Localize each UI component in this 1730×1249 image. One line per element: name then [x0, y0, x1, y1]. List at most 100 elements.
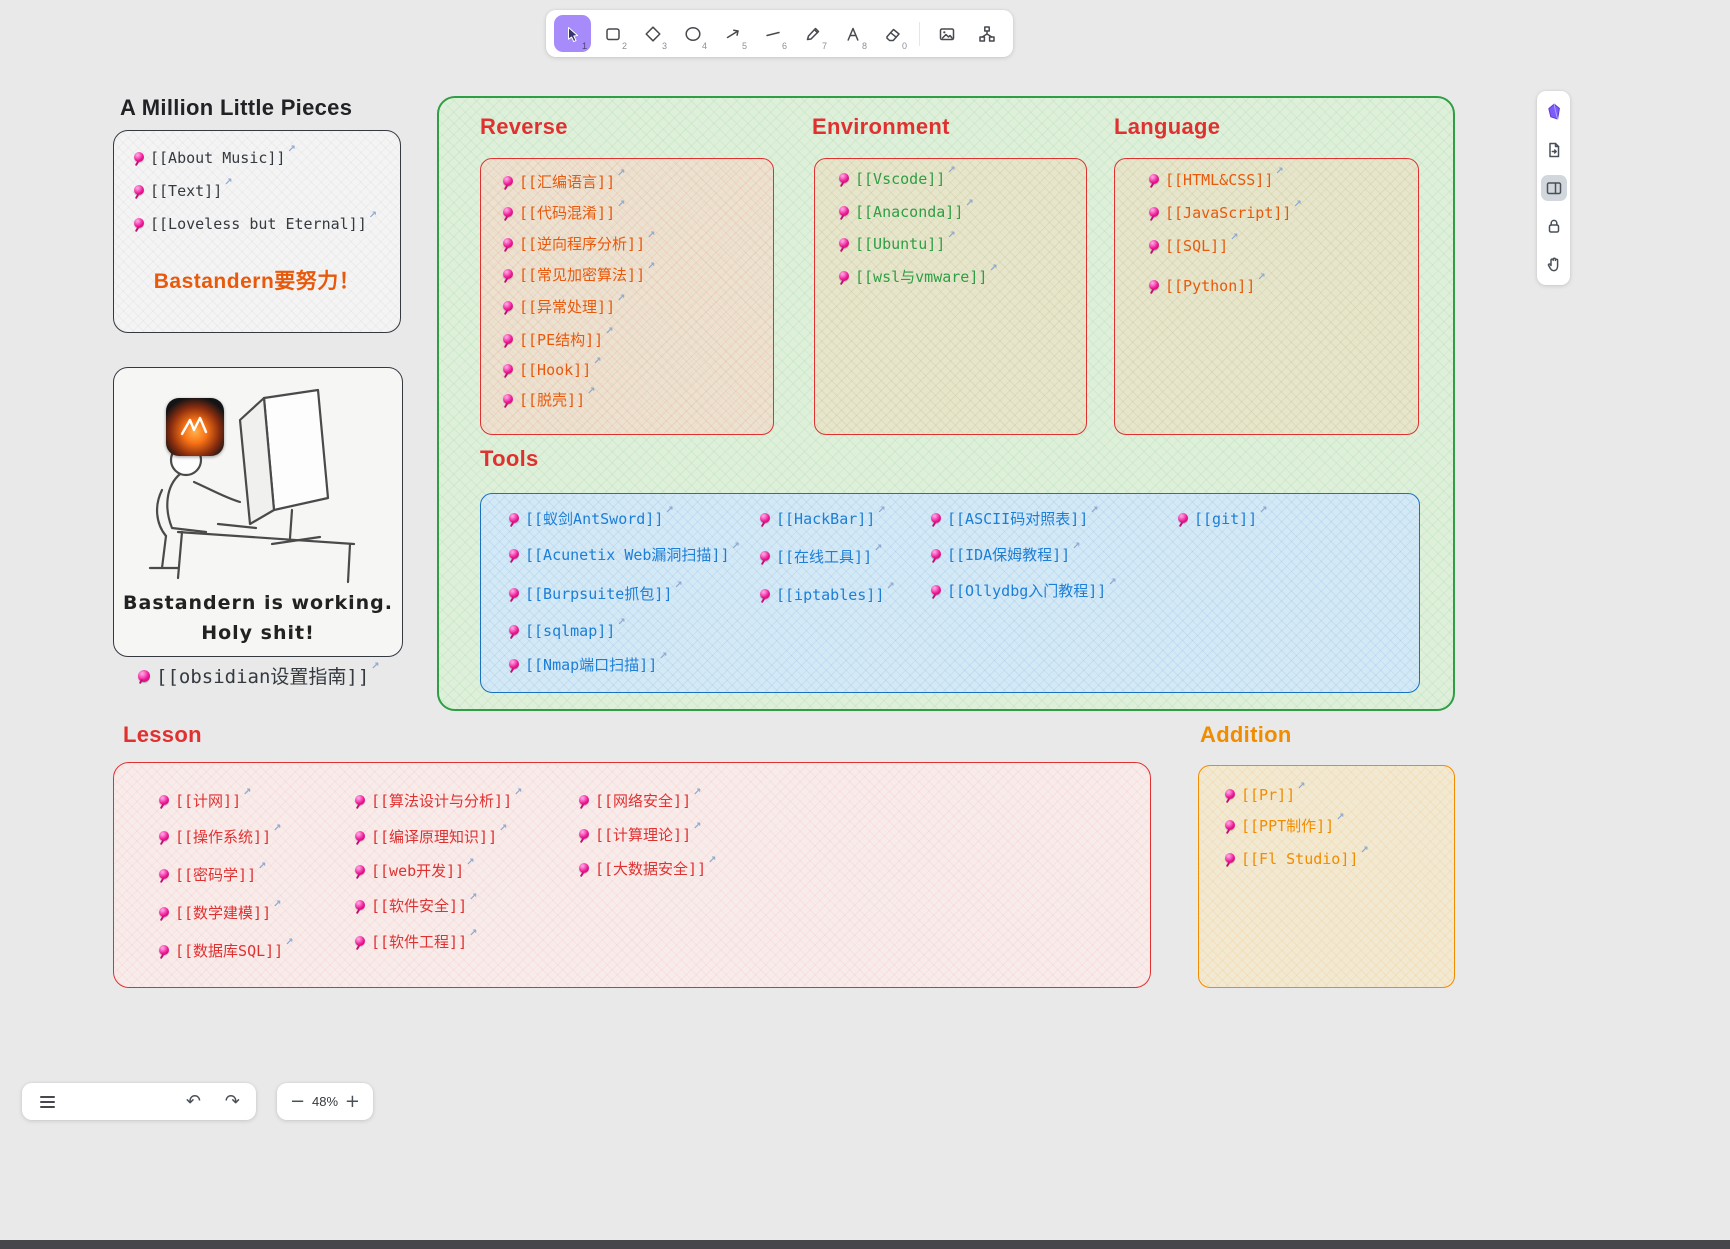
drawing-box[interactable]: Bastandern is working. Holy shit!: [113, 367, 403, 657]
wiki-link[interactable]: [[PPT制作]] ↗: [1225, 812, 1345, 836]
environment-box[interactable]: [[Vscode]] ↗ [[Anaconda]] ↗ [[Ubuntu]] ↗ [[…: [814, 158, 1087, 435]
wiki-link[interactable]: [[算法设计与分析]] ↗: [355, 787, 523, 811]
undo-button[interactable]: ↶: [182, 1091, 205, 1113]
wiki-link-label: [[逆向程序分析]]: [519, 235, 646, 253]
wiki-link[interactable]: [[Pr]] ↗: [1225, 781, 1306, 805]
menu-button[interactable]: [34, 1089, 60, 1115]
tool-diamond[interactable]: 3: [634, 15, 671, 52]
wiki-link[interactable]: [[Ubuntu]] ↗: [839, 230, 956, 254]
pin-icon: [1178, 513, 1188, 523]
wiki-link-label: [[IDA保姆教程]]: [947, 546, 1071, 564]
external-link-icon: ↗: [514, 787, 523, 798]
external-link-icon: ↗: [499, 823, 508, 834]
wiki-link[interactable]: [[软件工程]] ↗: [355, 928, 478, 952]
wiki-link[interactable]: [[编译原理知识]] ↗: [355, 823, 508, 847]
study-group-frame[interactable]: Reverse Environment Language Tools [[汇编语…: [437, 96, 1455, 711]
wiki-link[interactable]: [[在线工具]] ↗: [760, 543, 883, 567]
excalidraw-canvas[interactable]: A Million Little Pieces [[About Music]] …: [0, 0, 1730, 1249]
tools-box[interactable]: [[蚁剑AntSword]] ↗ [[Acunetix Web漏洞扫描]] ↗ [[…: [480, 493, 1420, 693]
tool-rectangle[interactable]: 2: [594, 15, 631, 52]
tool-selection[interactable]: 1: [554, 15, 591, 52]
tool-eraser[interactable]: 0: [874, 15, 911, 52]
wiki-link[interactable]: [[软件安全]] ↗: [355, 892, 478, 916]
wiki-link-about-music[interactable]: [[About Music]] ↗: [134, 144, 296, 168]
wiki-link[interactable]: [[异常处理]] ↗: [503, 293, 626, 317]
wiki-link[interactable]: [[PE结构]] ↗: [503, 326, 614, 350]
tool-text[interactable]: 8: [834, 15, 871, 52]
wiki-link[interactable]: [[Ollydbg入门教程]] ↗: [931, 577, 1117, 601]
wiki-link[interactable]: [[wsl与vmware]] ↗: [839, 263, 998, 287]
wiki-link[interactable]: [[网络安全]] ↗: [579, 787, 702, 811]
obsidian-button[interactable]: [1541, 99, 1567, 125]
addition-box[interactable]: [[Pr]] ↗ [[PPT制作]] ↗ [[Fl Studio]] ↗: [1198, 765, 1455, 988]
wiki-link[interactable]: [[git]] ↗: [1178, 505, 1268, 529]
wiki-link[interactable]: [[Vscode]] ↗: [839, 165, 956, 189]
wiki-link[interactable]: [[密码学]] ↗: [159, 861, 267, 885]
wiki-link-label: [[HTML&CSS]]: [1165, 171, 1274, 189]
wiki-link[interactable]: [[脱壳]] ↗: [503, 386, 596, 410]
tool-line[interactable]: 6: [754, 15, 791, 52]
external-link-icon: ↗: [665, 505, 674, 516]
wiki-link[interactable]: [[iptables]] ↗: [760, 581, 895, 605]
plus-icon: +: [344, 1090, 360, 1112]
music-box[interactable]: [[About Music]] ↗ [[Text]] ↗ [[Loveless …: [113, 130, 401, 333]
wiki-link[interactable]: [[计网]] ↗: [159, 787, 252, 811]
lesson-box[interactable]: [[计网]] ↗ [[操作系统]] ↗ [[密码学]] ↗ [[数学建模]] ↗ [[数…: [113, 762, 1151, 988]
tool-ellipse[interactable]: 4: [674, 15, 711, 52]
tool-draw[interactable]: 7: [794, 15, 831, 52]
pin-icon: [509, 513, 519, 523]
selection-arrow-icon: [567, 26, 578, 42]
wiki-link[interactable]: [[HTML&CSS]] ↗: [1149, 166, 1284, 190]
wiki-link[interactable]: [[Nmap端口扫描]] ↗: [509, 651, 668, 675]
toolbar-divider: [919, 21, 920, 46]
wiki-link[interactable]: [[代码混淆]] ↗: [503, 199, 626, 223]
lock-button[interactable]: [1541, 213, 1567, 239]
pan-button[interactable]: [1541, 251, 1567, 277]
history-controls: ↶ ↷: [182, 1091, 244, 1113]
wiki-link[interactable]: [[Python]] ↗: [1149, 272, 1266, 296]
tool-image[interactable]: [928, 15, 965, 52]
wiki-link[interactable]: [[数学建模]] ↗: [159, 899, 282, 923]
tool-frame[interactable]: [968, 15, 1005, 52]
export-button[interactable]: [1541, 137, 1567, 163]
wiki-link[interactable]: [[计算理论]] ↗: [579, 821, 702, 845]
wiki-link[interactable]: [[SQL]] ↗: [1149, 232, 1239, 256]
wiki-link-obsidian-guide[interactable]: [[obsidian设置指南]] ↗: [138, 661, 380, 690]
panel-toggle-button[interactable]: [1540, 175, 1567, 201]
wiki-link[interactable]: [[数据库SQL]] ↗: [159, 937, 294, 961]
wiki-link[interactable]: [[Fl Studio]] ↗: [1225, 845, 1369, 869]
wiki-link[interactable]: [[Hook]] ↗: [503, 356, 602, 380]
wiki-link[interactable]: [[操作系统]] ↗: [159, 823, 282, 847]
tool-arrow[interactable]: 5: [714, 15, 751, 52]
wiki-link[interactable]: [[sqlmap]] ↗: [509, 617, 626, 641]
export-file-icon: [1548, 142, 1559, 158]
redo-button[interactable]: ↷: [221, 1091, 244, 1113]
wiki-link-label: [[iptables]]: [776, 586, 885, 604]
wiki-link[interactable]: [[大数据安全]] ↗: [579, 855, 717, 879]
external-link-icon: ↗: [371, 661, 380, 672]
wiki-link[interactable]: [[Acunetix Web漏洞扫描]] ↗: [509, 541, 740, 565]
language-box[interactable]: [[HTML&CSS]] ↗ [[JavaScript]] ↗ [[SQL]] ↗ […: [1114, 158, 1419, 435]
wiki-link-text[interactable]: [[Text]] ↗: [134, 177, 233, 201]
addition-heading: Addition: [1200, 722, 1292, 747]
wiki-link[interactable]: [[HackBar]] ↗: [760, 505, 886, 529]
wiki-link[interactable]: [[Burpsuite抓包]] ↗: [509, 580, 683, 604]
reverse-box[interactable]: [[汇编语言]] ↗ [[代码混淆]] ↗ [[逆向程序分析]] ↗ [[常见加密算法…: [480, 158, 774, 435]
external-link-icon: ↗: [1275, 166, 1284, 177]
wiki-link[interactable]: [[web开发]] ↗: [355, 857, 475, 881]
wiki-link[interactable]: [[汇编语言]] ↗: [503, 168, 626, 192]
wiki-link[interactable]: [[JavaScript]] ↗: [1149, 199, 1302, 223]
zoom-level[interactable]: 48%: [312, 1094, 338, 1109]
wiki-link[interactable]: [[常见加密算法]] ↗: [503, 261, 656, 285]
wiki-link[interactable]: [[IDA保姆教程]] ↗: [931, 541, 1081, 565]
wiki-link-loveless[interactable]: [[Loveless but Eternal]] ↗: [134, 210, 377, 234]
wiki-link[interactable]: [[蚁剑AntSword]] ↗: [509, 505, 674, 529]
wiki-link[interactable]: [[逆向程序分析]] ↗: [503, 230, 656, 254]
wiki-link[interactable]: [[ASCII码对照表]] ↗: [931, 505, 1099, 529]
zoom-out-button[interactable]: −: [286, 1091, 309, 1113]
wiki-link[interactable]: [[Anaconda]] ↗: [839, 198, 974, 222]
wiki-link-label: [[大数据安全]]: [595, 860, 707, 878]
zoom-in-button[interactable]: +: [341, 1091, 364, 1113]
pin-icon: [503, 207, 513, 217]
pin-icon: [931, 513, 941, 523]
